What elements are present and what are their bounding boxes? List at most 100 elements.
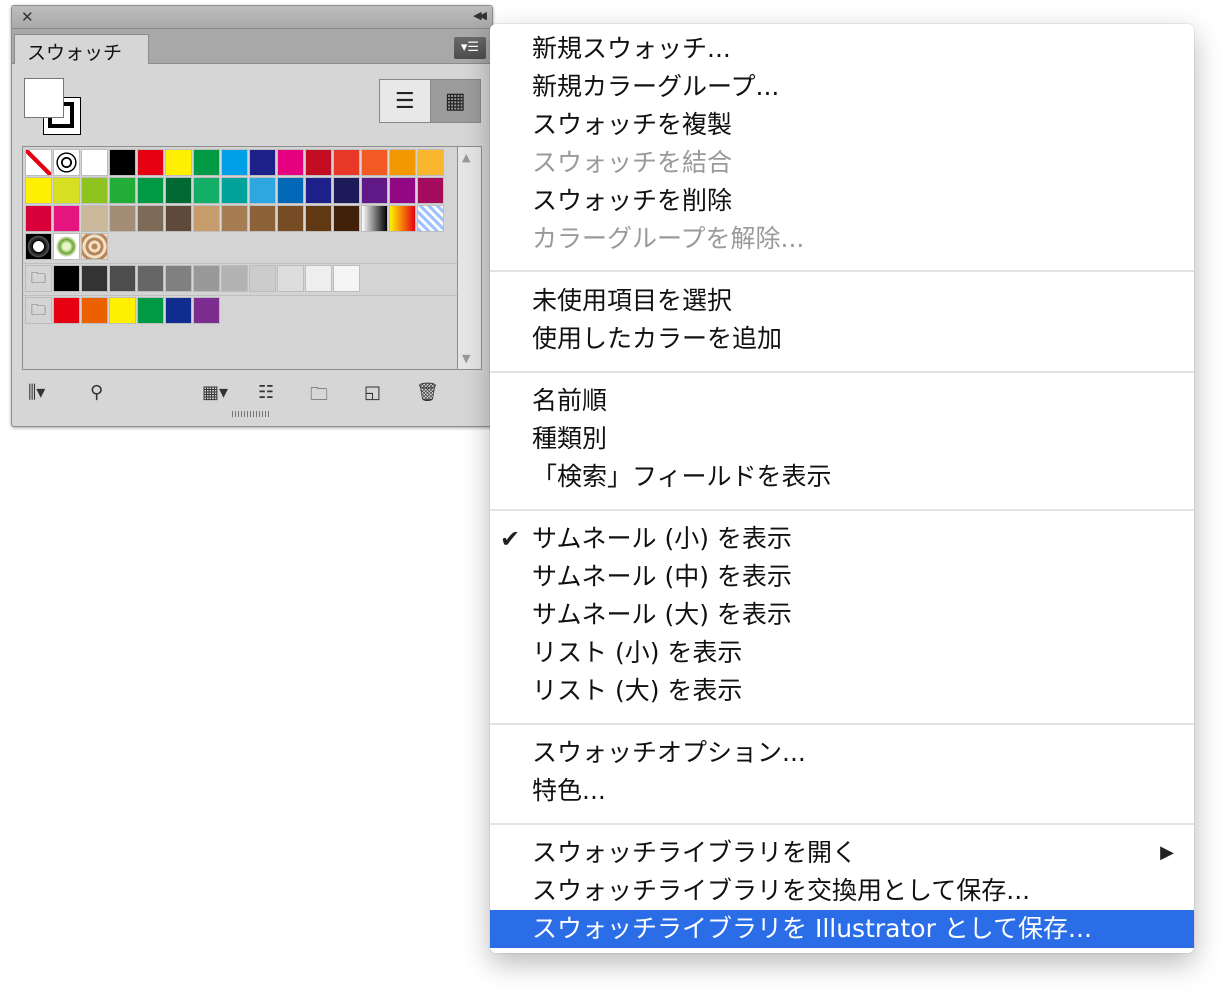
swatch[interactable] (249, 149, 276, 176)
menu-item-small-thumbnail-view[interactable]: ✔ サムネール (小) を表示 (490, 520, 1194, 558)
swatch[interactable] (25, 205, 52, 232)
swatch[interactable] (53, 233, 80, 260)
swatch[interactable] (81, 177, 108, 204)
swatch[interactable] (25, 177, 52, 204)
menu-item-large-list-view[interactable]: リスト (大) を表示 (490, 672, 1194, 710)
swatch[interactable] (389, 149, 416, 176)
menu-item-new-color-group[interactable]: 新規カラーグループ... (490, 68, 1194, 106)
group-swatch[interactable] (53, 297, 80, 324)
swatch[interactable] (361, 205, 388, 232)
swatch[interactable] (53, 205, 80, 232)
new-color-group-icon[interactable]: 🗀 (310, 382, 328, 412)
swatch[interactable] (109, 205, 136, 232)
swatch[interactable] (137, 149, 164, 176)
menu-item-duplicate-swatch[interactable]: スウォッチを複製 (490, 106, 1194, 144)
group-swatch[interactable] (109, 265, 136, 292)
swatch[interactable] (221, 149, 248, 176)
delete-swatch-icon[interactable]: 🗑 (416, 382, 439, 403)
close-icon[interactable]: ✕ (21, 8, 34, 26)
group-swatch[interactable] (53, 265, 80, 292)
swatch-library-menu-icon[interactable]: ⫼▾ (28, 382, 45, 403)
menu-item-save-library-as-ai[interactable]: スウォッチライブラリを Illustrator として保存... (490, 910, 1194, 948)
group-swatch[interactable] (109, 297, 136, 324)
swatch[interactable] (193, 177, 220, 204)
panel-titlebar[interactable]: ✕ ◀◀ (12, 6, 492, 29)
swatch[interactable] (333, 205, 360, 232)
swatch[interactable] (361, 177, 388, 204)
color-group-folder-icon[interactable]: 🗀 (25, 265, 52, 292)
swatch[interactable] (361, 149, 388, 176)
swatch[interactable] (249, 177, 276, 204)
color-group-folder-icon[interactable]: 🗀 (25, 297, 52, 324)
swatch[interactable] (137, 177, 164, 204)
swatch[interactable] (333, 149, 360, 176)
swatch[interactable] (165, 177, 192, 204)
swatch[interactable] (277, 177, 304, 204)
scroll-up-icon[interactable]: ▲ (462, 151, 470, 164)
swatch[interactable] (389, 177, 416, 204)
swatch[interactable] (193, 205, 220, 232)
resize-grip[interactable] (232, 411, 270, 417)
swatch[interactable] (221, 177, 248, 204)
list-view-icon[interactable]: ☰ (380, 80, 430, 122)
swatch[interactable] (277, 149, 304, 176)
swatch[interactable] (81, 233, 108, 260)
swatch[interactable] (417, 177, 444, 204)
group-swatch[interactable] (137, 265, 164, 292)
menu-item-medium-thumbnail-view[interactable]: サムネール (中) を表示 (490, 558, 1194, 596)
menu-item-swatch-options[interactable]: スウォッチオプション... (490, 734, 1194, 772)
menu-item-show-find-field[interactable]: 「検索」フィールドを表示 (490, 458, 1194, 496)
menu-item-save-library-as-ase[interactable]: スウォッチライブラリを交換用として保存... (490, 872, 1194, 910)
group-swatch[interactable] (193, 265, 220, 292)
swatch[interactable] (25, 233, 52, 260)
swatch[interactable] (165, 149, 192, 176)
swatch[interactable] (417, 205, 444, 232)
menu-item-open-swatch-library[interactable]: スウォッチライブラリを開く ▶ (490, 834, 1194, 872)
menu-item-select-all-unused[interactable]: 未使用項目を選択 (490, 282, 1194, 320)
group-swatch[interactable] (193, 297, 220, 324)
panel-menu-button[interactable]: ▾☰ (454, 37, 486, 59)
group-swatch[interactable] (221, 265, 248, 292)
menu-item-sort-by-name[interactable]: 名前順 (490, 382, 1194, 420)
menu-item-small-list-view[interactable]: リスト (小) を表示 (490, 634, 1194, 672)
swatch[interactable] (221, 205, 248, 232)
swatch[interactable] (305, 149, 332, 176)
swatch[interactable] (81, 205, 108, 232)
swatch[interactable] (25, 149, 52, 176)
scroll-down-icon[interactable]: ▼ (462, 352, 470, 365)
menu-item-add-used-colors[interactable]: 使用したカラーを追加 (490, 320, 1194, 358)
menu-item-delete-swatch[interactable]: スウォッチを削除 (490, 182, 1194, 220)
fill-swatch[interactable] (24, 78, 64, 118)
group-swatch[interactable] (137, 297, 164, 324)
swatch[interactable] (109, 177, 136, 204)
swatch[interactable] (53, 177, 80, 204)
swatch[interactable] (305, 177, 332, 204)
collapse-icon[interactable]: ◀◀ (473, 9, 487, 22)
swatch[interactable] (305, 205, 332, 232)
group-swatch[interactable] (81, 297, 108, 324)
swatch[interactable] (277, 205, 304, 232)
scrollbar[interactable]: ▲ ▼ (458, 146, 482, 370)
swatch[interactable] (165, 205, 192, 232)
grid-view-icon[interactable]: ▦ (429, 80, 480, 122)
menu-item-new-swatch[interactable]: 新規スウォッチ... (490, 30, 1194, 68)
tab-swatches[interactable]: スウォッチ (14, 34, 149, 64)
menu-item-spot-colors[interactable]: 特色... (490, 772, 1194, 810)
group-swatch[interactable] (165, 265, 192, 292)
new-swatch-icon[interactable]: ◱ (364, 382, 381, 403)
swatch[interactable] (333, 177, 360, 204)
swatch-options-icon[interactable]: ☷ (258, 382, 274, 403)
group-swatch[interactable] (305, 265, 332, 292)
swatch[interactable] (249, 205, 276, 232)
menu-item-large-thumbnail-view[interactable]: サムネール (大) を表示 (490, 596, 1194, 634)
swatch[interactable] (417, 149, 444, 176)
group-swatch[interactable] (165, 297, 192, 324)
group-swatch[interactable] (277, 265, 304, 292)
swatch[interactable] (389, 205, 416, 232)
swatch[interactable] (137, 205, 164, 232)
swatch-kind-menu-icon[interactable]: ⚲ (90, 382, 103, 403)
group-swatch[interactable] (81, 265, 108, 292)
menu-item-sort-by-kind[interactable]: 種類別 (490, 420, 1194, 458)
swatch[interactable] (53, 149, 80, 176)
group-swatch[interactable] (249, 265, 276, 292)
